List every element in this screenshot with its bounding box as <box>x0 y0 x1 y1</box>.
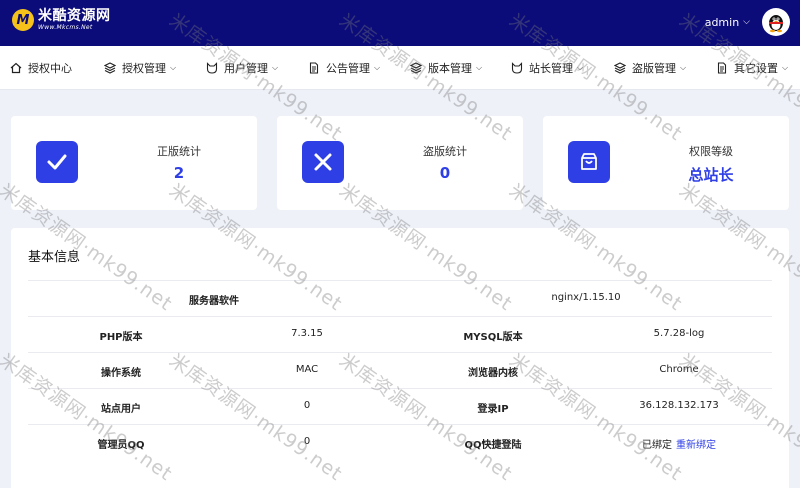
home-icon <box>10 62 22 74</box>
info-label: 操作系统 <box>101 368 141 379</box>
top-bar: M 米酷资源网 Www.Mkcms.Net admin ⌵ <box>0 0 800 46</box>
rebind-link[interactable]: 重新绑定 <box>676 440 716 451</box>
nav-item-auth-manage[interactable]: 授权管理 ⌵ <box>104 60 176 76</box>
chevron-down-icon[interactable]: ⌵ <box>743 17 750 27</box>
info-value: nginx/1.15.10 <box>551 292 621 303</box>
info-label: 服务器软件 <box>189 296 239 307</box>
table-row: 站点用户 0 登录IP 36.128.132.173 <box>28 388 772 424</box>
stat-label: 盗版统计 <box>423 145 467 158</box>
nav-item-other-settings[interactable]: 其它设置 ⌵ <box>716 60 788 76</box>
nav-item-label: 版本管理 <box>428 62 472 75</box>
info-value: 0 <box>303 400 311 411</box>
x-icon <box>302 141 344 183</box>
logo-subtitle: Www.Mkcms.Net <box>38 24 93 31</box>
nav-item-label: 用户管理 <box>224 62 268 75</box>
table-row: 服务器软件 nginx/1.15.10 <box>28 280 772 316</box>
penguin-icon <box>769 15 783 33</box>
layers-icon <box>614 62 626 74</box>
chevron-down-icon: ⌵ <box>374 63 381 72</box>
nav-item-notice-manage[interactable]: 公告管理 ⌵ <box>308 60 380 76</box>
chevron-down-icon: ⌵ <box>782 63 789 72</box>
chevron-down-icon: ⌵ <box>476 63 483 72</box>
nav-item-label: 公告管理 <box>326 62 370 75</box>
info-label: 站点用户 <box>101 404 141 415</box>
chevron-down-icon: ⌵ <box>272 63 279 72</box>
nav-item-label: 授权管理 <box>122 62 166 75</box>
qq-bind-status: 已绑定 <box>642 440 672 451</box>
stat-value: 0 <box>439 164 451 182</box>
avatar[interactable] <box>762 8 790 36</box>
nav-item-piracy-manage[interactable]: 盗版管理 ⌵ <box>614 60 686 76</box>
info-value: Chrome <box>659 364 699 375</box>
nav-item-webmaster-manage[interactable]: 站长管理 ⌵ <box>511 60 583 76</box>
stat-card-genuine: 正版统计 2 <box>11 116 257 210</box>
info-value: 0 <box>303 436 311 447</box>
table-row: PHP版本 7.3.15 MYSQL版本 5.7.28-log <box>28 316 772 352</box>
logo-badge-icon: M <box>12 9 34 31</box>
layers-icon <box>410 62 422 74</box>
document-icon <box>309 62 319 74</box>
basic-info-panel: 基本信息 服务器软件 nginx/1.15.10 PHP版本 7.3.15 MY… <box>11 228 789 488</box>
logo[interactable]: M 米酷资源网 Www.Mkcms.Net <box>12 8 111 32</box>
shopping-bag-icon <box>568 141 610 183</box>
stat-label: 权限等级 <box>689 145 733 158</box>
info-label: 管理员QQ <box>97 440 145 451</box>
nav-item-auth-center[interactable]: 授权中心 <box>10 60 72 76</box>
info-value: 5.7.28-log <box>653 328 705 339</box>
nav-item-label: 其它设置 <box>734 62 778 75</box>
info-value-qq-bind: 已绑定 重新绑定 <box>586 436 772 451</box>
info-label: PHP版本 <box>99 332 143 343</box>
chevron-down-icon: ⌵ <box>170 63 177 72</box>
check-icon <box>36 141 78 183</box>
info-value: 36.128.132.173 <box>639 400 719 411</box>
chevron-down-icon: ⌵ <box>680 63 687 72</box>
main-nav: 授权中心 授权管理 ⌵ 用户管理 ⌵ 公告管理 ⌵ 版本管理 ⌵ 站长管理 ⌵ … <box>0 46 800 90</box>
user-menu[interactable]: admin ⌵ <box>705 8 790 36</box>
nav-item-label: 站长管理 <box>529 62 573 75</box>
chevron-down-icon: ⌵ <box>577 63 584 72</box>
table-row: 操作系统 MAC 浏览器内核 Chrome <box>28 352 772 388</box>
user-name[interactable]: admin <box>705 16 739 29</box>
nav-item-label: 盗版管理 <box>632 62 676 75</box>
info-label: QQ快捷登陆 <box>464 440 522 451</box>
stat-value: 2 <box>173 164 185 182</box>
info-label: 浏览器内核 <box>468 368 518 379</box>
user-fox-icon <box>511 62 523 74</box>
user-fox-icon <box>206 62 218 74</box>
table-row: 管理员QQ 0 QQ快捷登陆 已绑定 重新绑定 <box>28 424 772 460</box>
info-label: MYSQL版本 <box>463 332 523 343</box>
nav-item-user-manage[interactable]: 用户管理 ⌵ <box>206 60 278 76</box>
stat-card-pirated: 盗版统计 0 <box>277 116 523 210</box>
logo-title: 米酷资源网 <box>38 8 111 24</box>
info-label: 登录IP <box>477 404 509 415</box>
info-value: 7.3.15 <box>291 328 323 339</box>
panel-title: 基本信息 <box>28 250 81 265</box>
layers-icon <box>104 62 116 74</box>
info-value: MAC <box>295 364 319 375</box>
stat-card-permission: 权限等级 总站长 <box>543 116 789 210</box>
nav-item-label: 授权中心 <box>28 62 72 75</box>
stat-label: 正版统计 <box>157 145 201 158</box>
stat-value: 总站长 <box>688 166 734 184</box>
nav-item-version-manage[interactable]: 版本管理 ⌵ <box>410 60 482 76</box>
document-icon <box>717 62 727 74</box>
